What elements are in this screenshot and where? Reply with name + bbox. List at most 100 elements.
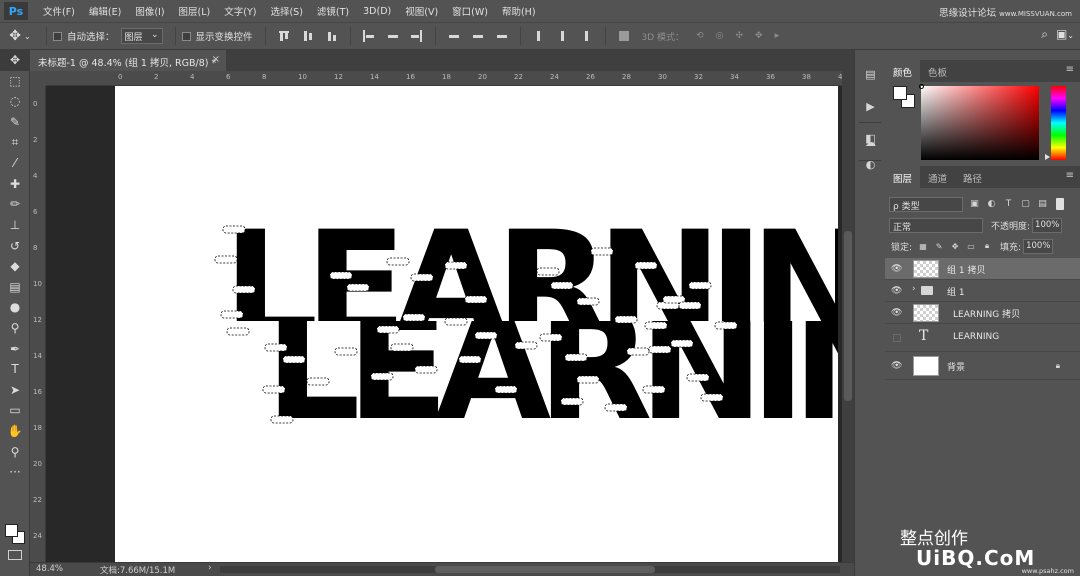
quick-select-tool-icon[interactable]: ✎ xyxy=(0,112,30,133)
align-top-icon[interactable] xyxy=(277,29,291,43)
marquee-tool-icon[interactable]: ⬚ xyxy=(0,71,30,92)
search-icon[interactable]: ⌕ xyxy=(1041,27,1048,42)
distribute-top-icon[interactable] xyxy=(447,29,461,43)
distribute-vcenter-icon[interactable] xyxy=(471,29,485,43)
color-swatches[interactable] xyxy=(3,520,27,544)
eyedropper-tool-icon[interactable]: ⁄ xyxy=(0,153,30,174)
clone-stamp-tool-icon[interactable]: ⊥ xyxy=(0,215,30,236)
close-icon[interactable]: × xyxy=(212,54,220,65)
blur-tool-icon[interactable]: ● xyxy=(0,297,30,318)
auto-select-dropdown[interactable]: 图层 ⌄ xyxy=(120,28,163,44)
eye-icon[interactable]: 👁︎ xyxy=(891,361,903,371)
layer-row-background[interactable]: 👁︎ 背景 🔒︎ xyxy=(885,352,1080,380)
more-tools-icon[interactable]: ··· xyxy=(0,462,30,483)
menu-type[interactable]: 文字(Y) xyxy=(217,4,263,18)
path-select-tool-icon[interactable]: ➤ xyxy=(0,380,30,401)
move-tool-preset-icon[interactable]: ✥ ⌄ xyxy=(0,25,40,47)
filter-type-icon[interactable]: T xyxy=(1003,199,1014,210)
horizontal-scrollbar[interactable] xyxy=(220,566,840,573)
pen-tool-icon[interactable]: ✒ xyxy=(0,338,30,359)
workspace-icon[interactable]: ▣⌄ xyxy=(1056,27,1074,42)
auto-select-checkbox[interactable] xyxy=(53,31,62,41)
menu-file[interactable]: 文件(F) xyxy=(36,4,82,18)
rectangle-tool-icon[interactable]: ▭ xyxy=(0,400,30,421)
filter-pixel-icon[interactable]: ▣ xyxy=(969,199,980,210)
distribute-hcenter-icon[interactable] xyxy=(556,29,570,43)
horizontal-ruler[interactable]: 0246810121416182022242628303234363840 xyxy=(46,71,847,86)
3d-pan-icon[interactable]: ✣ xyxy=(735,31,743,41)
blend-mode-dropdown[interactable]: 正常 xyxy=(889,217,983,233)
align-right-icon[interactable] xyxy=(410,29,424,43)
lock-image-icon[interactable]: ✎ xyxy=(934,241,944,251)
history-panel-icon[interactable]: ▤ xyxy=(862,66,879,83)
vertical-scroll-thumb[interactable] xyxy=(844,231,852,401)
distribute-bottom-icon[interactable] xyxy=(495,29,509,43)
status-menu-arrow-icon[interactable]: › xyxy=(208,563,212,573)
zoom-level[interactable]: 48.4% xyxy=(36,564,63,574)
color-panel-swatches[interactable] xyxy=(893,86,917,110)
menu-help[interactable]: 帮助(H) xyxy=(495,4,543,18)
align-vcenter-icon[interactable] xyxy=(301,29,315,43)
3d-scale-icon[interactable]: ▸ xyxy=(775,31,780,41)
color-panel-foreground[interactable] xyxy=(893,86,907,100)
tab-channels[interactable]: 通道 xyxy=(920,166,955,188)
fill-input[interactable]: 100% xyxy=(1023,238,1054,254)
horizontal-scroll-thumb[interactable] xyxy=(435,566,655,573)
menu-image[interactable]: 图像(I) xyxy=(128,4,171,18)
filter-smart-object-icon[interactable]: ▤ xyxy=(1037,199,1048,210)
layer-row-learning-text[interactable]: T LEARNING xyxy=(885,324,1080,352)
3d-slide-icon[interactable]: ✥ xyxy=(755,31,763,41)
opacity-input[interactable]: 100% xyxy=(1032,217,1063,233)
align-left-icon[interactable] xyxy=(362,29,376,43)
layer-row-group-1-copy[interactable]: 👁︎ 组 1 拷贝 xyxy=(885,258,1080,280)
menu-layer[interactable]: 图层(L) xyxy=(172,4,218,18)
lock-all-icon[interactable]: 🔒︎ xyxy=(982,241,992,251)
tab-color[interactable]: 颜色 xyxy=(885,60,921,82)
menu-select[interactable]: 选择(S) xyxy=(263,4,309,18)
hue-slider-handle[interactable] xyxy=(1045,154,1050,160)
filter-toggle[interactable] xyxy=(1056,198,1064,210)
distribute-right-icon[interactable] xyxy=(580,29,594,43)
actions-panel-icon[interactable]: ▶ xyxy=(862,98,879,115)
filter-adjustment-icon[interactable]: ◐ xyxy=(986,199,997,210)
lock-transparent-icon[interactable]: ▦ xyxy=(918,241,928,251)
history-brush-tool-icon[interactable]: ↺ xyxy=(0,235,30,256)
menu-view[interactable]: 视图(V) xyxy=(398,4,445,18)
auto-align-icon[interactable] xyxy=(617,29,631,43)
menu-window[interactable]: 窗口(W) xyxy=(445,4,495,18)
lock-artboard-icon[interactable]: ▭ xyxy=(966,241,976,251)
3d-orbit-icon[interactable]: ⟲ xyxy=(696,31,704,41)
zoom-tool-icon[interactable]: ⚲ xyxy=(0,441,30,462)
libraries-panel-icon[interactable]: ☁ xyxy=(862,134,879,151)
color-picker-field[interactable] xyxy=(921,86,1039,160)
ruler-corner[interactable] xyxy=(30,71,46,86)
menu-3d[interactable]: 3D(D) xyxy=(356,6,398,17)
type-tool-icon[interactable]: T xyxy=(0,359,30,380)
menu-edit[interactable]: 编辑(E) xyxy=(82,4,128,18)
foreground-color-swatch[interactable] xyxy=(5,524,18,537)
show-transform-checkbox[interactable] xyxy=(181,31,191,41)
visibility-toggle[interactable] xyxy=(893,334,901,342)
eye-icon[interactable]: 👁︎ xyxy=(891,286,903,296)
brush-tool-icon[interactable]: ✏ xyxy=(0,194,30,215)
layer-row-learning-copy[interactable]: 👁︎ LEARNING 拷贝 xyxy=(885,302,1080,324)
lasso-tool-icon[interactable]: ◌ xyxy=(0,91,30,112)
chevron-right-icon[interactable]: › xyxy=(912,284,916,294)
distribute-left-icon[interactable] xyxy=(532,29,546,43)
vertical-ruler[interactable]: 02468101214161820222426 xyxy=(30,86,46,576)
vertical-scrollbar[interactable] xyxy=(842,71,854,562)
document-tab[interactable]: 未标题-1 @ 48.4% (组 1 拷贝, RGB/8) * × xyxy=(30,50,226,71)
lock-position-icon[interactable]: ✥ xyxy=(950,241,960,251)
adjustment-layer-icon[interactable]: ◐ xyxy=(862,156,879,173)
gradient-tool-icon[interactable]: ▤ xyxy=(0,277,30,298)
panel-menu-icon[interactable]: ≡ xyxy=(1066,64,1074,75)
layer-kind-dropdown[interactable]: ρ 类型 xyxy=(889,196,963,212)
tab-swatches[interactable]: 色板 xyxy=(920,60,955,82)
eraser-tool-icon[interactable]: ◆ xyxy=(0,256,30,277)
healing-brush-tool-icon[interactable]: ✚ xyxy=(0,174,30,195)
color-picker-cursor[interactable] xyxy=(919,84,924,89)
move-tool-icon[interactable]: ✥ xyxy=(0,50,30,71)
panel-menu-icon[interactable]: ≡ xyxy=(1066,170,1074,181)
align-hcenter-icon[interactable] xyxy=(386,29,400,43)
quick-mask-icon[interactable] xyxy=(8,550,22,560)
